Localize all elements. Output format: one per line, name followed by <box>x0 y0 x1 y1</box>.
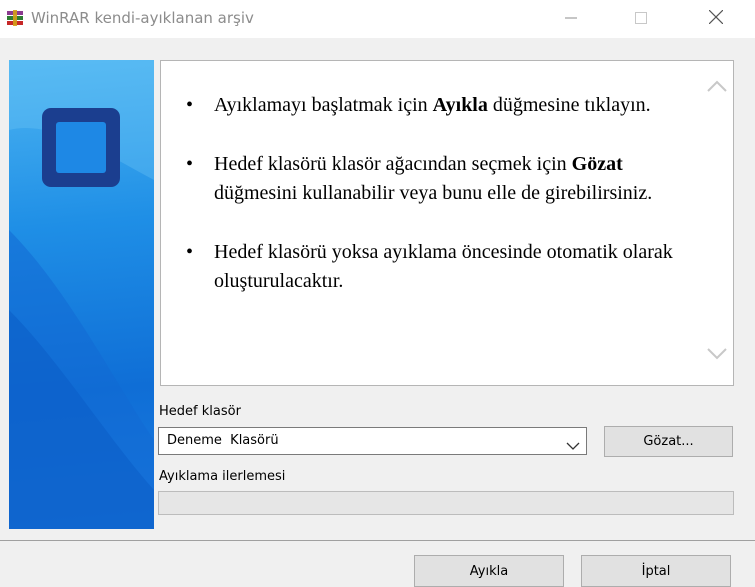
title-bar: WinRAR kendi-ayıklanan arşiv <box>0 0 755 38</box>
minimize-button[interactable] <box>548 0 594 36</box>
destination-folder-combobox[interactable]: Deneme Klasörü <box>158 427 587 455</box>
separator <box>0 540 755 541</box>
side-banner <box>9 60 154 529</box>
list-item: Hedef klasörü yoksa ayıklama öncesinde o… <box>186 238 674 296</box>
destination-folder-value: Deneme Klasörü <box>167 433 279 448</box>
instructions-panel[interactable]: Ayıklamayı başlatmak için Ayıkla düğmesi… <box>160 60 734 386</box>
scroll-up-icon[interactable] <box>706 78 728 94</box>
maximize-icon <box>635 9 647 28</box>
window-title: WinRAR kendi-ayıklanan arşiv <box>31 9 254 27</box>
close-icon <box>708 9 724 28</box>
list-item: Hedef klasörü klasör ağacından seçmek iç… <box>186 150 674 208</box>
chevron-down-icon[interactable] <box>566 436 580 450</box>
list-item: Ayıklamayı başlatmak için Ayıkla düğmesi… <box>186 91 674 120</box>
extract-button[interactable]: Ayıkla <box>414 555 564 587</box>
cancel-button[interactable]: İptal <box>581 555 731 587</box>
extraction-progress-bar <box>158 491 734 515</box>
destination-folder-label: Hedef klasör <box>159 404 241 419</box>
winrar-square-logo <box>42 108 120 187</box>
maximize-button[interactable] <box>618 0 664 36</box>
close-button[interactable] <box>693 0 739 36</box>
browse-button[interactable]: Gözat... <box>604 426 733 457</box>
scroll-down-icon[interactable] <box>706 346 728 362</box>
instructions-list: Ayıklamayı başlatmak için Ayıkla düğmesi… <box>186 91 674 326</box>
winrar-books-icon <box>6 9 24 27</box>
extraction-progress-label: Ayıklama ilerlemesi <box>159 469 286 484</box>
minimize-icon <box>565 9 577 28</box>
